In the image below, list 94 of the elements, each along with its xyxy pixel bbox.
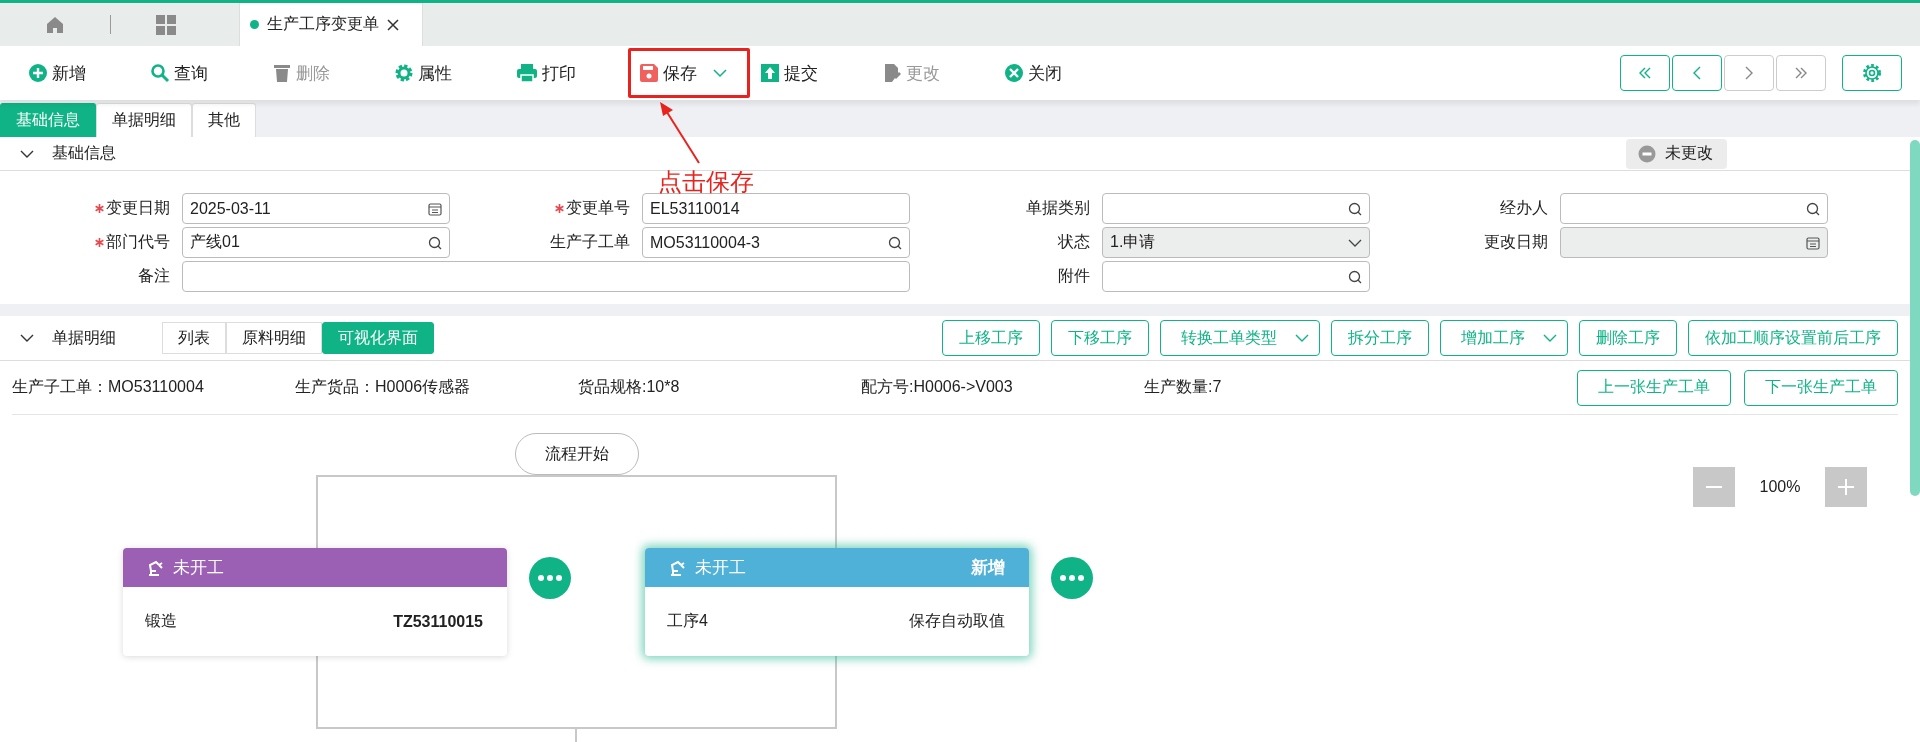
- view-tab[interactable]: 列表: [162, 322, 226, 354]
- settings-icon: [1861, 62, 1883, 84]
- field-label: 经办人: [1500, 198, 1548, 218]
- caret-icon: [1543, 333, 1557, 343]
- tab-label: 生产工序变更单: [267, 14, 379, 34]
- pager-button[interactable]: [1620, 55, 1670, 91]
- search-icon: [150, 63, 170, 83]
- section-title: 基础信息: [52, 143, 116, 163]
- input-field[interactable]: [1102, 261, 1370, 292]
- field-label: 更改日期: [1484, 232, 1548, 252]
- input-field[interactable]: [1560, 193, 1828, 224]
- section-title: 单据明细: [52, 327, 116, 348]
- field-label: 状态: [1058, 232, 1090, 252]
- minus-icon: [1706, 486, 1722, 488]
- info-text: 生产货品：H0006传感器: [295, 377, 472, 397]
- robot-arm-icon: [147, 559, 165, 576]
- home-icon: [45, 14, 65, 35]
- search-icon[interactable]: [1348, 269, 1362, 284]
- ellipsis-icon: [1060, 575, 1084, 581]
- close-icon[interactable]: [387, 18, 399, 31]
- minus-circle-icon: [1638, 144, 1656, 163]
- upload-icon: [760, 63, 780, 83]
- required-asterisk-icon: [555, 204, 564, 213]
- field-label: 变更日期: [106, 198, 170, 218]
- zoom-in-button[interactable]: [1825, 467, 1867, 507]
- field-label: 变更单号: [566, 198, 630, 218]
- settings-button[interactable]: [1842, 55, 1902, 91]
- node-status: 未开工: [695, 557, 746, 579]
- double-chevron-right-icon: [1794, 66, 1808, 80]
- double-chevron-left-icon: [1638, 66, 1652, 80]
- calendar-icon[interactable]: [428, 201, 442, 216]
- caret-icon: [713, 68, 727, 78]
- scrollbar-thumb[interactable]: [1910, 140, 1920, 496]
- field-label: 生产子工单: [550, 232, 630, 252]
- ellipsis-icon: [538, 575, 562, 581]
- active-dot-icon: [250, 20, 259, 29]
- input-field[interactable]: [1102, 193, 1370, 224]
- zoom-level: 100%: [1758, 478, 1802, 496]
- input-field[interactable]: EL53110014: [642, 193, 910, 224]
- caret-icon: [1295, 333, 1309, 343]
- input-field[interactable]: 产线01: [182, 227, 450, 258]
- gear-icon: [394, 63, 414, 83]
- node-tag: 新增: [971, 556, 1005, 579]
- form-tab[interactable]: 其他: [192, 103, 256, 137]
- process-node-card[interactable]: 未开工 新增 工序4 保存自动取值: [645, 548, 1029, 656]
- more-options-button[interactable]: [529, 557, 571, 599]
- process-name: 锻造: [145, 611, 177, 631]
- form-tab[interactable]: 单据明细: [96, 103, 192, 137]
- input-field[interactable]: MO53110004-3: [642, 227, 910, 258]
- input-field[interactable]: 2025-03-11: [182, 193, 450, 224]
- plus-icon: [28, 63, 48, 83]
- search-icon[interactable]: [888, 235, 902, 250]
- grid-icon: [155, 13, 177, 36]
- pager-button[interactable]: [1672, 55, 1722, 91]
- toolbar-button[interactable]: 保存: [628, 48, 750, 98]
- process-code: TZ53110015: [393, 612, 483, 631]
- search-icon[interactable]: [428, 235, 442, 250]
- required-asterisk-icon: [95, 204, 104, 213]
- annotation-arrow: [657, 101, 703, 165]
- status-text: 未更改: [1665, 143, 1713, 163]
- info-text: 配方号:H0006->V003: [861, 377, 1014, 397]
- process-node-card[interactable]: 未开工 锻造 TZ53110015: [123, 548, 507, 656]
- search-icon[interactable]: [1806, 201, 1820, 216]
- more-options-button[interactable]: [1051, 557, 1093, 599]
- trash-icon: [272, 63, 292, 83]
- document-edit-icon: [882, 63, 902, 83]
- chevron-right-icon: [1744, 66, 1754, 80]
- info-text: 货品规格:10*8: [578, 377, 681, 397]
- input-field[interactable]: [182, 261, 910, 292]
- field-label: 部门代号: [106, 232, 170, 252]
- plus-icon: [1838, 479, 1854, 495]
- robot-arm-icon: [669, 559, 687, 576]
- toolbar-button[interactable]: 新增: [18, 48, 140, 98]
- printer-icon: [516, 63, 538, 83]
- search-icon[interactable]: [1348, 201, 1362, 216]
- toolbar-button[interactable]: 提交: [750, 48, 872, 98]
- field-label: 附件: [1058, 266, 1090, 286]
- process-name: 工序4: [667, 611, 708, 631]
- field-label: 单据类别: [1026, 198, 1090, 218]
- node-status: 未开工: [173, 557, 224, 579]
- process-code: 保存自动取值: [909, 611, 1005, 631]
- required-asterisk-icon: [95, 238, 104, 247]
- toolbar-button[interactable]: 查询: [140, 48, 262, 98]
- info-text: 生产数量:7: [1144, 377, 1223, 397]
- toolbar-button[interactable]: 关闭: [994, 48, 1116, 98]
- toolbar-button[interactable]: 属性: [384, 48, 506, 98]
- info-text: 生产子工单：MO53110004: [12, 377, 205, 397]
- close-icon: [1004, 63, 1024, 83]
- view-tab[interactable]: 原料明细: [226, 322, 322, 354]
- field-label: 备注: [138, 266, 170, 286]
- chevron-left-icon: [1692, 66, 1702, 80]
- flow-start-node[interactable]: 流程开始: [515, 433, 639, 475]
- toolbar-button[interactable]: 打印: [506, 48, 628, 98]
- document-tab[interactable]: 生产工序变更单: [239, 3, 423, 46]
